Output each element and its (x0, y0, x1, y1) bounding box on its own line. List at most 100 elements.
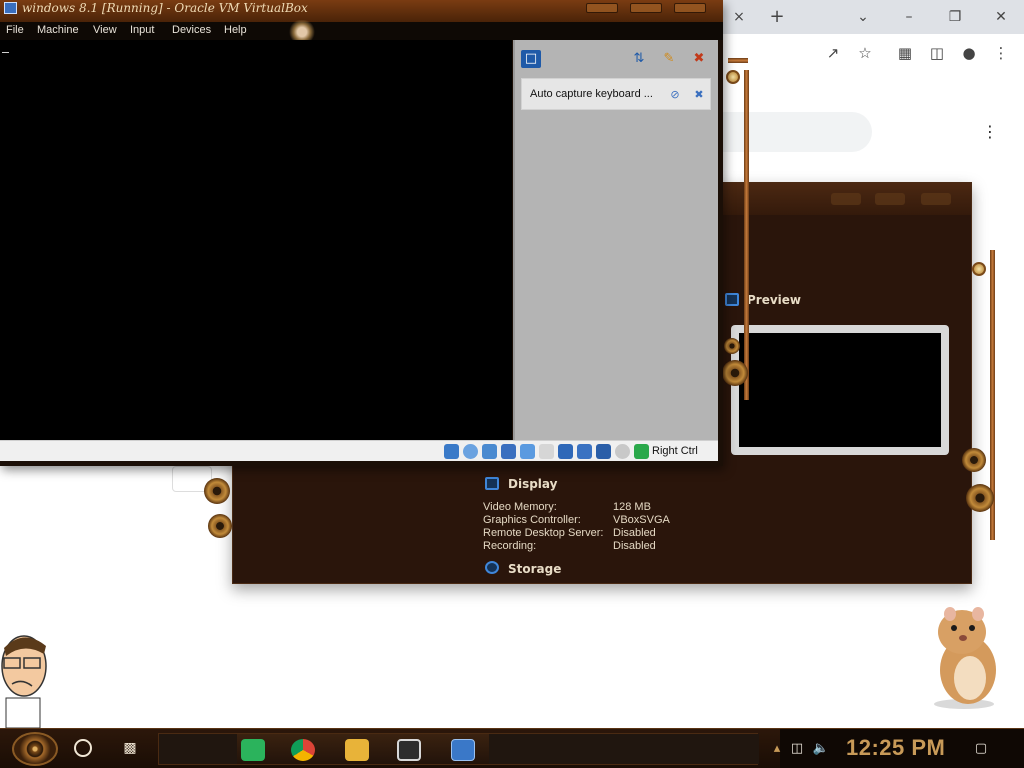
gear-icon (722, 360, 748, 386)
display-row-label: Recording: (483, 540, 537, 552)
video-capture-icon[interactable] (577, 444, 592, 459)
share-icon[interactable]: ↗ (822, 42, 844, 64)
pressure-gauge-icon (726, 70, 740, 84)
pressure-gauge-icon (972, 262, 986, 276)
display-row-value: VBoxSVGA (613, 514, 670, 526)
mouse-integration-icon[interactable] (615, 444, 630, 459)
minimize-button[interactable]: – (898, 6, 920, 28)
vm-window-title: windows 8.1 [Running] - Oracle VM Virtua… (22, 1, 308, 15)
menu-input[interactable]: Input (130, 24, 154, 36)
browser-search-box[interactable] (720, 112, 872, 152)
display-row-value: Disabled (613, 540, 656, 552)
host-key-label: Right Ctrl (652, 445, 698, 457)
display-row-label: Remote Desktop Server: (483, 527, 604, 539)
extensions-icon[interactable]: ▦ (894, 42, 916, 64)
taskbar-dock (158, 733, 759, 765)
dismiss-notification-icon[interactable]: ✖ (692, 88, 706, 102)
manager-minimize-button[interactable] (831, 193, 861, 205)
notifications-icon[interactable]: ▢ (972, 740, 990, 758)
browser-toolbar: ↗ ☆ ▦ ◫ ● ⋮ (720, 34, 1024, 72)
dock-panel (489, 734, 759, 764)
storage-title[interactable]: Storage (508, 562, 561, 576)
browser-menu-icon[interactable]: ⋮ (990, 42, 1012, 64)
keyboard-capture-icon[interactable] (634, 444, 649, 459)
profile-avatar-icon[interactable]: ● (958, 42, 980, 64)
virtualization-icon[interactable] (596, 444, 611, 459)
chrome-icon[interactable] (291, 739, 315, 761)
taskbar-clock[interactable]: 12:25 PM (846, 735, 945, 761)
display-title[interactable]: Display (508, 477, 557, 491)
tab-close-icon[interactable]: × (728, 6, 750, 28)
storage-section-icon (485, 561, 499, 574)
copper-pipe (744, 70, 749, 400)
windows-8-1-vm-icon[interactable] (451, 739, 475, 761)
vm-preview-frame (731, 325, 949, 455)
display-row-label: Graphics Controller: (483, 514, 581, 526)
text-cursor (2, 52, 9, 53)
hard-disk-icon[interactable] (444, 444, 459, 459)
start-button[interactable] (12, 732, 58, 766)
preview-section-icon (725, 293, 739, 306)
menu-help[interactable]: Help (224, 24, 247, 36)
preview-title: Preview (747, 293, 802, 307)
notification-center-icon[interactable]: □ (521, 50, 541, 68)
virtualbox-icon[interactable] (397, 739, 421, 761)
page-menu-icon[interactable]: ⋮ (980, 122, 1000, 142)
usb-icon[interactable] (520, 444, 535, 459)
network-tray-icon[interactable]: ◫ (788, 740, 806, 758)
new-tab-button[interactable]: + (766, 6, 788, 28)
taskbar: ▩ ▴ ◫ 🔈 ▢ 12:25 PM (0, 728, 1024, 768)
vm-close-button[interactable] (674, 3, 706, 13)
manager-close-button[interactable] (921, 193, 951, 205)
hamster-mascot (934, 607, 996, 709)
tab-search-chevron-icon[interactable]: ⌄ (852, 6, 874, 28)
display-row-value: Disabled (613, 527, 656, 539)
bookmark-star-icon[interactable]: ☆ (854, 42, 876, 64)
optical-drive-icon[interactable] (463, 444, 478, 459)
gear-icon (204, 478, 230, 504)
dont-show-again-icon[interactable]: ⊘ (668, 88, 682, 102)
cartoon-character-mascot (1, 635, 47, 728)
gear-icon (966, 484, 994, 512)
menu-file[interactable]: File (6, 24, 24, 36)
shared-folders-icon[interactable] (539, 444, 554, 459)
delete-all-notifications-icon[interactable]: ✖ (689, 50, 709, 68)
display-row-value: 128 MB (613, 501, 651, 513)
restore-button[interactable]: ❐ (944, 6, 966, 28)
display-section-icon (485, 477, 499, 490)
vm-titlebar[interactable]: windows 8.1 [Running] - Oracle VM Virtua… (0, 0, 723, 22)
audio-icon[interactable] (482, 444, 497, 459)
display-icon[interactable] (558, 444, 573, 459)
gear-icon (208, 514, 232, 538)
notes-app-icon[interactable] (241, 739, 265, 761)
dock-panel (159, 734, 237, 764)
vm-maximize-button[interactable] (630, 3, 662, 13)
manager-maximize-button[interactable] (875, 193, 905, 205)
volume-muted-icon[interactable]: 🔈 (812, 740, 830, 758)
show-hidden-icons-icon[interactable]: ▴ (768, 740, 786, 758)
vm-guest-screen[interactable] (0, 40, 512, 440)
file-explorer-icon[interactable] (345, 739, 369, 761)
vm-minimize-button[interactable] (586, 3, 618, 13)
side-panel-icon[interactable]: ◫ (926, 42, 948, 64)
vm-menubar: File Machine View Input Devices Help (0, 20, 723, 44)
gear-icon (962, 448, 986, 472)
task-view-icon[interactable]: ▩ (121, 739, 139, 757)
vm-status-bar: Right Ctrl (0, 440, 718, 461)
network-icon[interactable] (501, 444, 516, 459)
vm-preview-screen (739, 333, 941, 447)
browser-tabstrip: × + ⌄ – ❐ ✕ (720, 0, 1024, 34)
sort-notifications-icon[interactable]: ⇅ (629, 50, 649, 68)
search-icon[interactable] (74, 739, 92, 757)
vm-window: windows 8.1 [Running] - Oracle VM Virtua… (0, 0, 723, 466)
menu-devices[interactable]: Devices (172, 24, 211, 36)
gear-icon (724, 338, 740, 354)
copper-pipe (728, 58, 748, 63)
menu-machine[interactable]: Machine (37, 24, 79, 36)
close-window-button[interactable]: ✕ (990, 6, 1012, 28)
menu-view[interactable]: View (93, 24, 117, 36)
notification-card[interactable]: Auto capture keyboard ... ⊘ ✖ (521, 78, 711, 110)
display-row-label: Video Memory: (483, 501, 557, 513)
notification-text: Auto capture keyboard ... (530, 88, 653, 100)
keep-finished-icon[interactable]: ✎ (659, 50, 679, 68)
